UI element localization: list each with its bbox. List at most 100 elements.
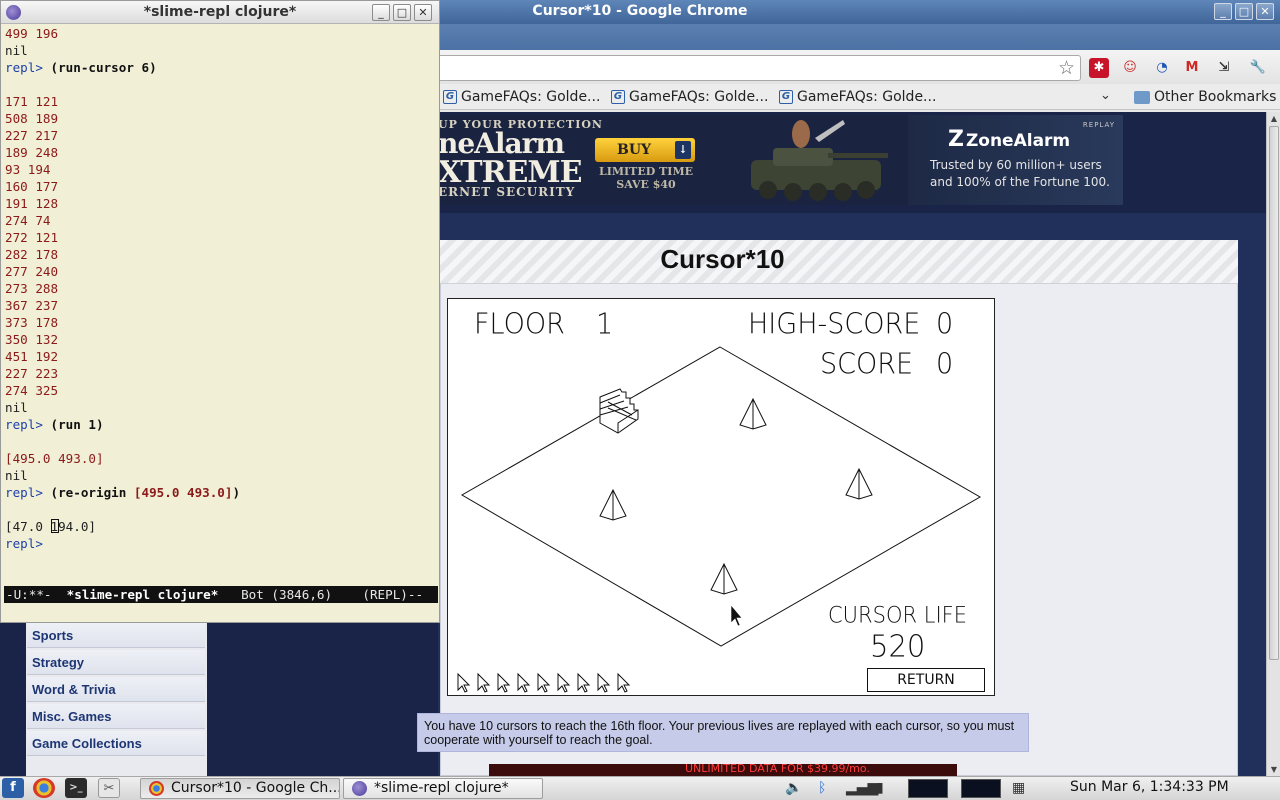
battery-icon[interactable]: ▮ [876, 779, 884, 797]
ad-save-label: SAVE $40 [616, 178, 676, 191]
page-scrollbar[interactable]: ▲ ▼ [1266, 112, 1280, 776]
sidebar-item-game-collections[interactable]: Game Collections [27, 731, 205, 756]
repl-line: 367 237 [5, 297, 437, 314]
terminal-launcher-icon[interactable]: >_ [65, 778, 87, 798]
repl-line: nil [5, 399, 437, 416]
repl-output: 274 74 [5, 213, 51, 228]
repl-prompt: repl> [5, 536, 51, 551]
repl-line: 451 192 [5, 348, 437, 365]
notification-icon[interactable]: ◔ [1152, 58, 1172, 78]
repl-line: 93 194 [5, 161, 437, 178]
close-button[interactable]: ✕ [414, 4, 432, 21]
repl-command: (re-origin [50, 485, 134, 500]
volume-icon[interactable]: 🔈 [785, 779, 802, 797]
return-button[interactable]: RETURN [867, 668, 985, 692]
workspace-switcher-icon[interactable]: ▦ [1012, 779, 1025, 797]
repl-line: 191 128 [5, 195, 437, 212]
repl-line: 272 121 [5, 229, 437, 246]
page-title: Cursor*10 [660, 244, 785, 274]
repl-line: [495.0 493.0] [5, 450, 437, 467]
emacs-window: *slime-repl clojure* _ □ ✕ 499 196 nil rep… [0, 0, 440, 623]
repl-output: 451 192 [5, 349, 59, 364]
ad-banner-bottom[interactable]: UNLIMITED DATA FOR $39.99/mo. [489, 764, 957, 776]
modeline-buffer-name: *slime-repl clojure* [66, 587, 219, 602]
bluetooth-icon[interactable]: ᛒ [818, 779, 826, 797]
extension-icon[interactable]: ✱ [1089, 58, 1109, 78]
arrow-down-icon: ↓ [675, 141, 691, 159]
bookmark-label: GameFAQs: Golde... [629, 89, 769, 105]
ad-trust-line: Trusted by 60 million+ users [930, 158, 1102, 172]
repl-line: 282 178 [5, 246, 437, 263]
scroll-down-arrow-icon[interactable]: ▼ [1267, 763, 1280, 776]
taskbar-item-chrome[interactable]: Cursor*10 - Google Ch... [140, 778, 340, 799]
bookmark-star-icon[interactable]: ☆ [1058, 58, 1075, 78]
chrome-launcher-icon[interactable] [33, 778, 55, 798]
extension-icon[interactable]: ⇲ [1214, 58, 1234, 78]
bookmark-item[interactable]: G GameFAQs: Golde... [443, 88, 600, 106]
cursor-life-icon [557, 672, 571, 693]
cursor-life-icon [457, 672, 471, 693]
reddit-icon[interactable]: ☺ [1120, 58, 1140, 78]
mouse-pointer-icon [730, 604, 743, 627]
ad-replay-label[interactable]: REPLAY [1083, 121, 1115, 129]
repl-output: 93 194 [5, 162, 51, 177]
scroll-up-arrow-icon[interactable]: ▲ [1267, 112, 1280, 125]
clock[interactable]: Sun Mar 6, 1:34:33 PM [1070, 779, 1229, 795]
repl-buffer[interactable]: 499 196 nil repl> (run-cursor 6) 171 121 50… [5, 25, 437, 552]
ad-banner[interactable]: UP YOUR PROTECTION neAlarm XTREME ERNET … [438, 115, 1123, 205]
ad-trust-text: Trusted by 60 million+ users and 100% of… [930, 157, 1110, 191]
sidebar-item-misc-games[interactable]: Misc. Games [27, 704, 205, 729]
repl-prompt: repl> [5, 485, 51, 500]
repl-line: repl> [5, 535, 437, 552]
emacs-title-bar[interactable]: *slime-repl clojure* _ □ ✕ [1, 1, 439, 24]
taskbar-item-emacs[interactable]: *slime-repl clojure* [343, 778, 543, 799]
game-description: You have 10 cursors to reach the 16th fl… [417, 713, 1029, 752]
gmail-icon[interactable]: M [1182, 58, 1202, 78]
chevron-down-icon[interactable]: ⌄ [1100, 88, 1111, 103]
sidebar-item-sports[interactable]: Sports [27, 623, 205, 648]
ad-banner-text: UNLIMITED DATA FOR $39.99/mo. [685, 764, 870, 775]
ad-limited-time: LIMITED TIME SAVE $40 [598, 165, 694, 191]
repl-output: 273 288 [5, 281, 59, 296]
close-button[interactable]: ✕ [1256, 3, 1274, 20]
other-bookmarks[interactable]: Other Bookmarks [1134, 88, 1276, 106]
repl-output: 350 132 [5, 332, 59, 347]
bookmark-item[interactable]: G GameFAQs: Golde... [611, 88, 768, 106]
maximize-button[interactable]: □ [393, 4, 411, 21]
floor-label: FLOOR [474, 308, 565, 341]
score-value: 0 [936, 348, 954, 381]
cursor-life-icon [577, 672, 591, 693]
repl-line: 171 121 [5, 93, 437, 110]
minimize-button[interactable]: _ [1214, 3, 1232, 20]
sidebar-item-word-trivia[interactable]: Word & Trivia [27, 677, 205, 702]
repl-output: 189 248 [5, 145, 59, 160]
bookmark-item[interactable]: G GameFAQs: Golde... [779, 88, 936, 106]
screenshot-launcher-icon[interactable]: ✂ [98, 778, 120, 798]
wrench-icon[interactable]: 🔧 [1248, 58, 1268, 78]
repl-line: nil [5, 42, 437, 59]
fedora-menu-icon[interactable]: f [2, 778, 24, 798]
address-bar[interactable] [438, 55, 1081, 81]
game-canvas[interactable]: FLOOR 1 HIGH-SCORE 0 SCORE 0 CURSOR LIFE… [447, 298, 995, 696]
minimize-button[interactable]: _ [372, 4, 390, 21]
repl-line: 227 217 [5, 127, 437, 144]
floor-value: 1 [596, 308, 614, 341]
ad-buy-button[interactable]: BUY ↓ [595, 138, 695, 162]
repl-line: 227 223 [5, 365, 437, 382]
network-icon[interactable]: ▂▄▆ [846, 779, 878, 797]
gamefaqs-icon: G [611, 90, 625, 104]
repl-line: 350 132 [5, 331, 437, 348]
scrollbar-thumb[interactable] [1269, 126, 1279, 660]
pyramid-icon [739, 397, 767, 430]
repl-output: [47.0 [5, 519, 51, 534]
modeline-status: -U:**- [6, 587, 67, 602]
stairs-icon [599, 388, 639, 434]
maximize-button[interactable]: □ [1235, 3, 1253, 20]
cursor-life-value: 520 [870, 628, 926, 664]
cursor-life-icon [597, 672, 611, 693]
repl-line [5, 433, 437, 450]
cursor-life-icon [477, 672, 491, 693]
repl-line: 189 248 [5, 144, 437, 161]
sidebar-item-strategy[interactable]: Strategy [27, 650, 205, 675]
repl-command-arg: [495.0 493.0] [133, 485, 233, 500]
